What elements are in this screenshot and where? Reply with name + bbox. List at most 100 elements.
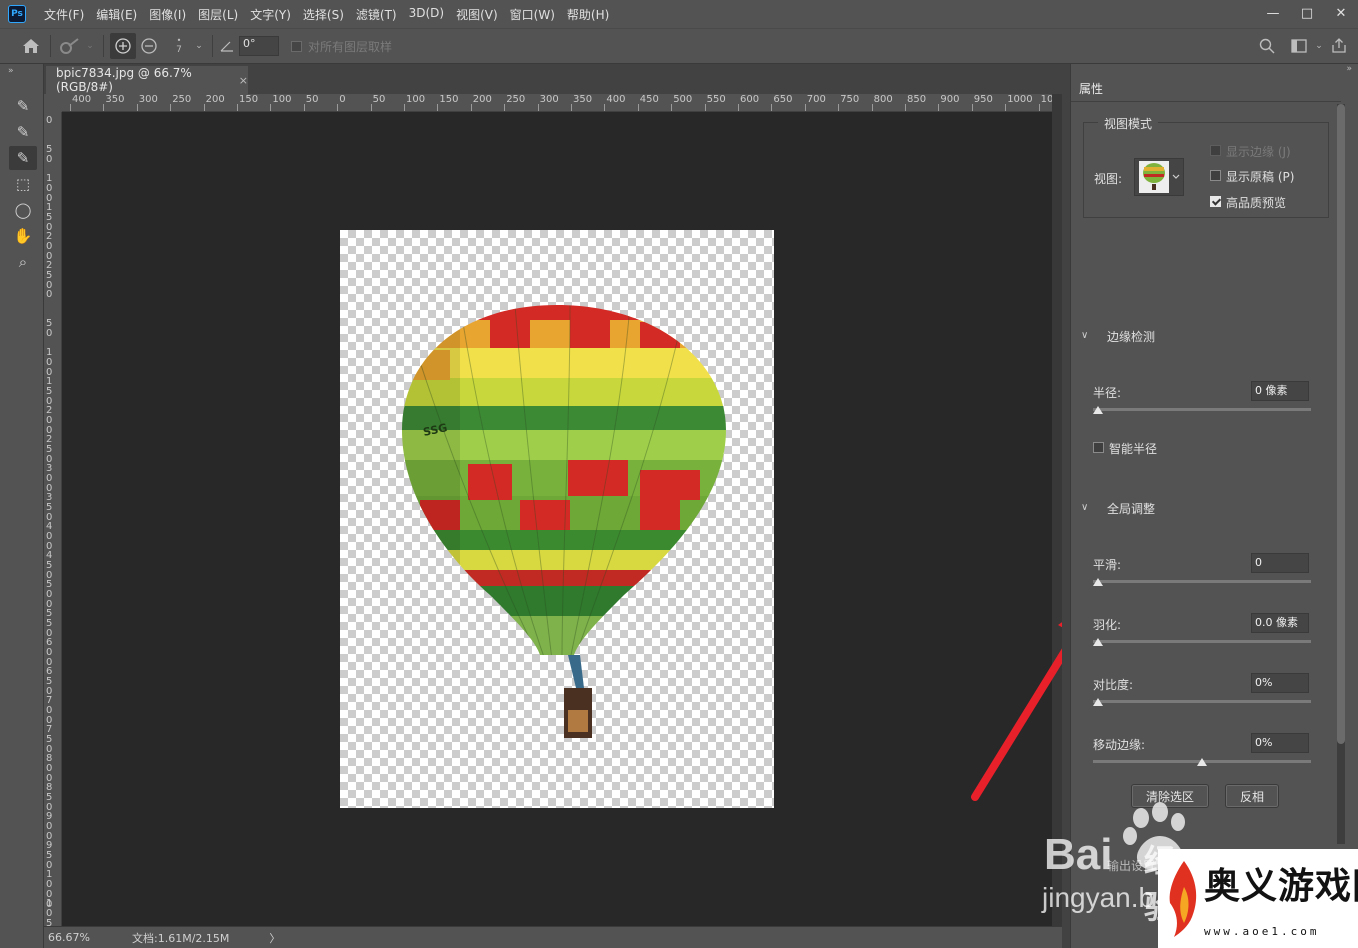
tools-panel: » ✎ ✎ ✎ ⬚ ◯ ✋ ⌕ bbox=[0, 64, 44, 948]
menu-item[interactable]: 文件(F) bbox=[38, 6, 90, 23]
show-original-checkbox[interactable] bbox=[1210, 170, 1221, 181]
smooth-slider-thumb[interactable] bbox=[1093, 578, 1103, 586]
home-icon[interactable] bbox=[18, 33, 44, 59]
ruler-tick bbox=[337, 104, 339, 111]
divider bbox=[103, 35, 104, 57]
ruler-tick-label: 100 bbox=[46, 347, 53, 378]
shift-edge-label: 移动边缘: bbox=[1093, 738, 1146, 752]
smooth-input[interactable]: 0 bbox=[1251, 553, 1309, 573]
angle-input[interactable]: 0° bbox=[239, 36, 279, 56]
menu-item[interactable]: 帮助(H) bbox=[561, 6, 615, 23]
options-bar: ⌄ • 7 ⌄ 0° 对所有图层取样 ⌄ bbox=[0, 28, 1358, 64]
lasso-tool[interactable]: ◯ bbox=[9, 198, 37, 222]
window-controls: — □ ✕ bbox=[1256, 0, 1358, 28]
document-info: 文档:1.61M/2.15M bbox=[132, 931, 230, 945]
hot-air-balloon-image: SSG bbox=[402, 305, 726, 738]
clear-selection-button[interactable]: 清除选区 bbox=[1131, 784, 1209, 808]
ruler-tick-label: 400 bbox=[606, 94, 626, 105]
menu-item[interactable]: 视图(V) bbox=[450, 6, 504, 23]
ruler-tick-label: 1050 bbox=[46, 898, 53, 927]
panel-scrollbar[interactable] bbox=[1337, 104, 1345, 844]
menu-item[interactable]: 窗口(W) bbox=[504, 6, 561, 23]
brush-size-picker[interactable]: • 7 bbox=[166, 33, 192, 59]
view-mode-title: 视图模式 bbox=[1098, 115, 1159, 132]
menu-item[interactable]: 编辑(E) bbox=[90, 6, 143, 23]
collapse-icon[interactable]: » bbox=[8, 66, 14, 76]
smart-radius-label: 智能半径 bbox=[1109, 442, 1158, 456]
radius-slider[interactable] bbox=[1093, 408, 1311, 411]
close-tab-icon[interactable]: × bbox=[239, 74, 248, 87]
radius-input[interactable]: 0 像素 bbox=[1251, 381, 1309, 401]
ruler-tick-label: 650 bbox=[773, 94, 793, 105]
ruler-tick bbox=[136, 104, 138, 111]
ruler-tick bbox=[604, 104, 606, 111]
global-refinements-title[interactable]: 全局调整 bbox=[1107, 500, 1155, 517]
ruler-tick-label: 150 bbox=[239, 94, 259, 105]
workspace-icon[interactable] bbox=[1286, 33, 1312, 59]
menu-item[interactable]: 图层(L) bbox=[192, 6, 244, 23]
horizontal-ruler: 400 350 300 250 200 150 100 50 0 50 100 150 200 250 30… bbox=[62, 94, 1052, 112]
ruler-tick-label: 700 bbox=[806, 94, 826, 105]
ruler-tick-label: 0 bbox=[46, 115, 53, 126]
shift-edge-input[interactable]: 0% bbox=[1251, 733, 1309, 753]
feather-slider[interactable] bbox=[1093, 640, 1311, 643]
share-icon[interactable] bbox=[1326, 33, 1352, 59]
close-window-button[interactable]: ✕ bbox=[1324, 0, 1358, 26]
ruler-tick-label: 350 bbox=[105, 94, 125, 105]
maximize-button[interactable]: □ bbox=[1290, 0, 1324, 26]
brush-tool[interactable]: ✎ bbox=[9, 146, 37, 170]
ruler-tick bbox=[537, 104, 539, 111]
menu-item[interactable]: 3D(D) bbox=[403, 6, 450, 23]
search-icon[interactable] bbox=[1254, 33, 1280, 59]
chevron-down-icon[interactable]: ⌄ bbox=[1312, 33, 1326, 59]
minimize-button[interactable]: — bbox=[1256, 0, 1290, 26]
feather-input[interactable]: 0.0 像素 bbox=[1251, 613, 1309, 633]
edge-detection-title[interactable]: 边缘检测 bbox=[1107, 328, 1155, 345]
output-settings-title[interactable]: 输出设置 bbox=[1107, 857, 1155, 874]
zoom-level[interactable]: 66.67% bbox=[48, 931, 116, 944]
menu-item[interactable]: 选择(S) bbox=[297, 6, 350, 23]
contrast-slider-thumb[interactable] bbox=[1093, 698, 1103, 706]
sample-all-layers-checkbox[interactable] bbox=[291, 40, 302, 52]
radius-slider-thumb[interactable] bbox=[1093, 406, 1103, 414]
status-menu-arrow[interactable]: 〉 bbox=[269, 930, 280, 946]
smart-radius-checkbox[interactable] bbox=[1093, 442, 1104, 453]
document-tab[interactable]: bpic7834.jpg @ 66.7%(RGB/8#) × bbox=[46, 66, 248, 94]
hand-tool[interactable]: ✋ bbox=[9, 224, 37, 248]
collapse-icon[interactable]: » bbox=[1346, 64, 1352, 74]
view-mode-picker[interactable] bbox=[1134, 158, 1184, 196]
feather-slider-thumb[interactable] bbox=[1093, 638, 1103, 646]
hq-preview-checkbox[interactable] bbox=[1210, 196, 1221, 207]
smooth-slider[interactable] bbox=[1093, 580, 1311, 583]
sample-all-layers-label: 对所有图层取样 bbox=[308, 39, 393, 54]
menu-item[interactable]: 滤镜(T) bbox=[350, 6, 403, 23]
object-selection-tool[interactable]: ⬚ bbox=[9, 172, 37, 196]
zoom-tool[interactable]: ⌕ bbox=[9, 250, 37, 274]
tab-properties[interactable]: 属性 bbox=[1079, 80, 1103, 97]
brush-preset-icon[interactable] bbox=[57, 33, 83, 59]
subtract-from-selection-icon[interactable] bbox=[136, 33, 162, 59]
add-to-selection-icon[interactable] bbox=[110, 33, 136, 59]
refine-edge-brush-tool[interactable]: ✎ bbox=[9, 120, 37, 144]
quick-selection-tool[interactable]: ✎ bbox=[9, 94, 37, 118]
ruler-tick-label: 200 bbox=[205, 94, 225, 105]
ruler-tick-label: 150 bbox=[46, 202, 53, 233]
chevron-down-icon[interactable]: ∨ bbox=[1081, 330, 1088, 341]
chevron-down-icon[interactable]: ⌄ bbox=[192, 33, 206, 59]
menu-item[interactable]: 文字(Y) bbox=[244, 6, 297, 23]
chevron-down-icon[interactable]: ⌄ bbox=[83, 33, 97, 59]
contrast-slider[interactable] bbox=[1093, 700, 1311, 703]
ruler-tick-label: 700 bbox=[46, 695, 53, 726]
ruler-tick-label: 100 bbox=[272, 94, 292, 105]
document-image[interactable]: SSG bbox=[340, 230, 774, 808]
invert-button[interactable]: 反相 bbox=[1225, 784, 1279, 808]
chevron-down-icon[interactable]: ∨ bbox=[1081, 502, 1088, 513]
ruler-tick-label: 850 bbox=[46, 782, 53, 813]
panel-scrollbar-thumb[interactable] bbox=[1337, 104, 1345, 744]
shift-edge-slider-thumb[interactable] bbox=[1197, 758, 1207, 766]
ruler-tick bbox=[404, 104, 405, 111]
contrast-input[interactable]: 0% bbox=[1251, 673, 1309, 693]
menu-item[interactable]: 图像(I) bbox=[143, 6, 192, 23]
ruler-tick bbox=[103, 104, 105, 111]
show-edge-checkbox[interactable] bbox=[1210, 145, 1221, 156]
